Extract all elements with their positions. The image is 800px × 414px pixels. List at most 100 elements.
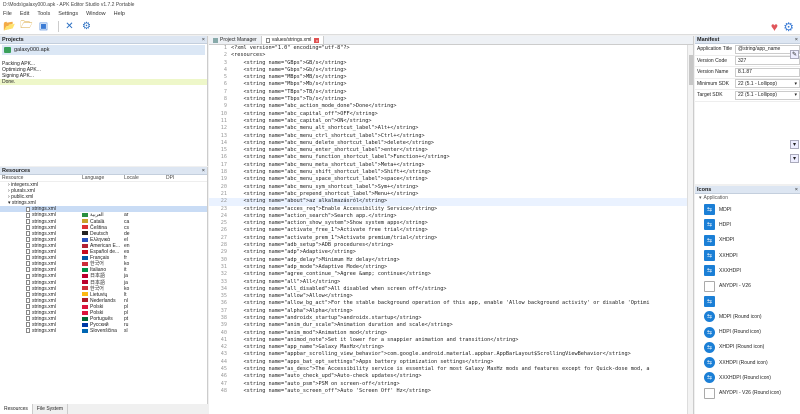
icons-header: Icons × <box>695 186 800 194</box>
code-line: 18 <string name="abc_menu_shift_shortcut… <box>209 169 687 176</box>
code-line: 23 <string name="acces_req">Enable Acces… <box>209 206 687 213</box>
file-icon <box>26 230 30 236</box>
code-editor[interactable]: 1 <?xml version="1.0" encoding="utf-8"?> 2… <box>209 45 687 414</box>
close-tab-icon[interactable]: x <box>314 37 320 43</box>
close-icon[interactable]: × <box>202 168 205 174</box>
sdk-select[interactable]: 22 (5.1 - Lollipop) <box>735 90 800 100</box>
icon-item[interactable]: ANYDPI - V26 <box>695 278 800 293</box>
manifest-header: Manifest × <box>695 36 800 44</box>
menu-item-help[interactable]: Help <box>114 11 125 17</box>
icon-item[interactable]: ⇆ XHDPI <box>695 233 800 248</box>
col-language[interactable]: Language <box>82 175 104 181</box>
code-text: <resources> <box>231 52 266 59</box>
icon-label: ANYDPI - V26 (Round icon) <box>719 390 781 397</box>
tab-label: Project Manager <box>220 37 257 43</box>
code-text: <string name="apps_bat_opt_settings">App… <box>231 358 494 365</box>
language-label: 日本語 <box>90 273 106 280</box>
manifest-field: Target SDK 22 (5.1 - Lollipop) <box>695 90 800 102</box>
icon-item[interactable]: ANYDPI - V26 (Round icon) <box>695 386 800 401</box>
code-text: <string name="abc_action_mode_done">Done… <box>231 103 397 110</box>
icon-item[interactable]: ⇆ XXXHDPI (Round icon) <box>695 370 800 385</box>
code-line: 38 <string name="androidx_startup">andro… <box>209 315 687 322</box>
col-dpi[interactable]: DPI <box>166 175 174 181</box>
code-line: 46 <string name="auto_check_upd">Auto-ch… <box>209 373 687 380</box>
line-number: 27 <box>220 234 227 241</box>
code-line: 24 <string name="action_search">Search a… <box>209 213 687 220</box>
line-number: 47 <box>220 380 227 387</box>
open-folder-icon[interactable]: 🗁 <box>20 20 33 33</box>
icon-item[interactable]: ⇆ MDPI <box>695 202 800 217</box>
resource-label: public.xml <box>11 194 34 201</box>
menu-item-tools[interactable]: Tools <box>37 11 50 17</box>
icon-item[interactable]: ⇆ HDPI (Round icon) <box>695 324 800 339</box>
tab-project-manager[interactable]: Project Manager <box>209 36 262 44</box>
language-label: Català <box>90 218 105 225</box>
file-icon <box>26 206 30 212</box>
menu-item-window[interactable]: Window <box>86 11 106 17</box>
icon-item[interactable]: ⇆ XXXHDPI <box>695 263 800 278</box>
tab-resources[interactable]: Resources <box>0 404 33 414</box>
close-icon[interactable]: × <box>202 37 205 43</box>
tree-row[interactable]: strings.xml Slovenščina sl <box>0 328 207 334</box>
close-icon[interactable]: × <box>795 187 798 193</box>
project-name: galaxy000.apk <box>14 47 50 53</box>
scrollbar-thumb[interactable] <box>689 55 693 85</box>
field-input[interactable]: 8.1.87 <box>735 67 800 77</box>
col-resource[interactable]: Resource <box>2 175 23 181</box>
icons-group[interactable]: ▾ Application <box>695 194 800 202</box>
code-line: 2 <resources> <box>209 52 687 59</box>
window-title: D:\Mods\galaxy000.apk - APK Editor Studi… <box>0 0 800 9</box>
editor-scrollbar[interactable] <box>687 45 693 414</box>
close-icon[interactable]: × <box>795 37 798 43</box>
line-number: 15 <box>220 147 227 154</box>
tab-strings-xml[interactable]: values/strings.xml x <box>261 36 325 44</box>
icon-item[interactable]: ⇆ XXHDPI (Round icon) <box>695 355 800 370</box>
icon-item[interactable]: ⇆ XHDPI (Round icon) <box>695 340 800 355</box>
flag-icon <box>82 298 88 303</box>
code-line: 13 <string name="abc_menu_ctrl_shortcut_… <box>209 133 687 140</box>
settings-icon[interactable]: ⚙ <box>80 20 93 33</box>
dropdown-icon[interactable]: ▾ <box>790 140 799 149</box>
icon-item[interactable]: ⇆ MDPI (Round icon) <box>695 309 800 324</box>
file-icon <box>26 224 30 230</box>
flag-icon <box>82 316 88 321</box>
language-label: 한국어 <box>90 261 104 268</box>
menu-item-settings[interactable]: Settings <box>58 11 78 17</box>
icon-item[interactable]: ⇆ HDPI <box>695 217 800 232</box>
project-item[interactable]: galaxy000.apk <box>2 45 205 55</box>
close-project-icon[interactable]: ✕ <box>63 20 76 33</box>
code-text: <string name="abc_menu_delete_shortcut_l… <box>231 139 435 146</box>
icon-item[interactable]: ⇆ <box>695 294 800 309</box>
flag-icon <box>82 304 88 309</box>
open-apk-icon[interactable]: 📂 <box>3 20 16 33</box>
icon-item[interactable]: ⇆ XXHDPI <box>695 248 800 263</box>
manifest-panel: Manifest × Application Title @string/app_… <box>695 36 800 184</box>
menu-item-edit[interactable]: Edit <box>20 11 29 17</box>
code-text: <string name="about">az alkalmazásról</s… <box>231 198 388 205</box>
line-number: 9 <box>223 103 227 110</box>
line-number: 41 <box>220 336 227 343</box>
icons-title: Icons <box>697 186 712 193</box>
edit-title-icon[interactable]: ✎ <box>790 50 799 59</box>
donate-heart-icon[interactable]: ♥ <box>771 20 778 34</box>
code-line: 36 <string name="allow_bg_act">For the s… <box>209 300 687 307</box>
sdk-select[interactable]: 22 (5.1 - Lollipop) <box>735 79 800 89</box>
code-text: <string name="abc_menu_sym_shortcut_labe… <box>231 183 419 190</box>
col-locale[interactable]: Locale <box>124 175 139 181</box>
save-icon[interactable]: ▣ <box>37 20 50 33</box>
line-number: 18 <box>220 169 227 176</box>
file-icon <box>26 267 30 273</box>
resource-label: strings.xml <box>32 303 56 310</box>
icon-label: XXXHDPI <box>719 267 741 274</box>
icon-list: ⇆ MDPI ⇆ HDPI ⇆ XHDPI ⇆ XXHDPI ⇆ XXXHDPI ANYDPI - … <box>695 202 800 401</box>
code-text: <string name="alpha">Alpha</string> <box>231 307 353 314</box>
code-text: <string name="anim_mod">Animation mod</s… <box>231 329 388 336</box>
line-number: 44 <box>220 358 227 365</box>
file-icon <box>265 37 270 43</box>
tab-file-system[interactable]: File System <box>33 404 69 414</box>
app-icon: ⇆ <box>704 341 715 353</box>
menu-item-file[interactable]: File <box>3 11 12 17</box>
code-line: 47 <string name="auto_psm">PSM on screen… <box>209 381 687 388</box>
update-icon[interactable]: ⚙ <box>783 20 794 34</box>
dropdown-icon[interactable]: ▾ <box>790 154 799 163</box>
